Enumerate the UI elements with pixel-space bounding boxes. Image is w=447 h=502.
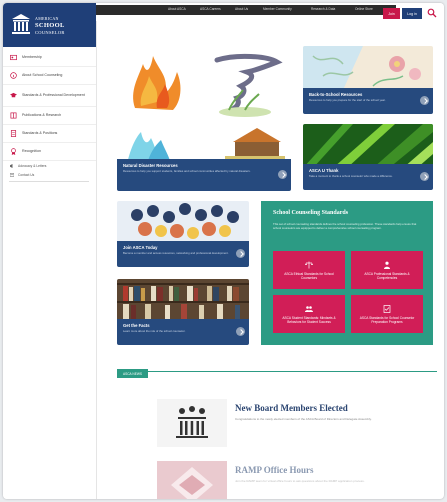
news-item[interactable]: RAMP Office Hours Join the RAMP team for… [157, 461, 407, 499]
sidebar-divider [9, 181, 89, 182]
sidebar-item-membership[interactable]: Membership [3, 49, 96, 67]
browser-frame: AMERICAN SCHOOL COUNSELOR Membership Abo… [3, 3, 444, 499]
card-title: Get the Facts [123, 323, 150, 328]
sidebar-sub-label: Advocacy & Letters [18, 163, 47, 168]
info-icon [10, 72, 17, 79]
top-link[interactable]: About ASCA [168, 7, 186, 11]
sidebar-item-label: Publications & Research [22, 113, 62, 118]
news-title[interactable]: RAMP Office Hours [235, 465, 313, 475]
card-description: Resources to help you support students, … [123, 169, 251, 173]
top-bar: About ASCA ASCA Careers About Us Member … [96, 3, 444, 21]
standards-box-label: ASCA Professional Standards & Competenci… [364, 271, 410, 280]
brand-line-1: AMERICAN [35, 16, 59, 21]
sidebar-item-label: Standards & Professional Development [22, 93, 85, 98]
standards-heading: School Counseling Standards [273, 210, 349, 216]
standards-ethical-button[interactable]: ASCA Ethical Standards for School Counse… [273, 251, 345, 289]
standards-panel: School Counseling Standards This set of … [261, 201, 433, 345]
card-description: Resources to help you prepare for the st… [309, 98, 386, 102]
graduation-icon [10, 92, 17, 98]
disaster-illustration [117, 46, 291, 164]
news-divider [117, 371, 437, 372]
top-link[interactable]: ASCA Careers [200, 7, 221, 11]
sidebar-item-professional-development[interactable]: Standards & Professional Development [3, 85, 96, 107]
sidebar-secondary: Advocacy & Letters Contact Us [3, 161, 96, 179]
book-icon [10, 112, 17, 119]
card-caption: ASCA U Thank Take a moment to thank a sc… [303, 164, 433, 190]
news-title[interactable]: New Board Members Elected [235, 403, 348, 413]
sidebar-item-label: Membership [22, 55, 42, 60]
standards-box-label: ASCA Standards for School Counselor Prep… [359, 315, 415, 324]
bookshelf-image [117, 279, 249, 321]
arrow-right-icon[interactable] [236, 249, 245, 258]
card-description: Take a moment to thank a school counselo… [309, 174, 393, 178]
id-card-icon [10, 54, 17, 61]
sidebar: AMERICAN SCHOOL COUNSELOR Membership Abo… [3, 3, 97, 499]
standards-preparation-button[interactable]: ASCA Standards for School Counselor Prep… [351, 295, 423, 333]
card-natural-disaster[interactable]: Natural Disaster Resources Resources to … [117, 46, 291, 191]
green-rays-image [303, 124, 433, 168]
sidebar-item-label: Recognition [22, 149, 41, 154]
crowd-illustration [117, 201, 249, 243]
standards-box-label: ASCA Student Standards: Mindsets & Behav… [282, 315, 336, 324]
card-get-facts[interactable]: Get the Facts Learn more about the role … [117, 279, 249, 345]
news-description: Join the RAMP team for virtual office ho… [235, 479, 365, 483]
card-description: Become a member and access resources, ne… [123, 251, 229, 255]
sidebar-item-contact[interactable]: Contact Us [3, 170, 96, 179]
sidebar-item-standards[interactable]: Standards & Positions [3, 125, 96, 143]
search-icon[interactable] [427, 8, 437, 18]
card-caption: Back-to-School Resources Resources to he… [303, 88, 433, 114]
news-item[interactable]: New Board Members Elected Congratulation… [157, 399, 407, 447]
standards-student-button[interactable]: ASCA Student Standards: Mindsets & Behav… [273, 295, 345, 333]
top-link[interactable]: Online Store [355, 7, 373, 11]
sidebar-item-advocacy[interactable]: Advocacy & Letters [3, 161, 96, 170]
card-title: Join ASCA Today [123, 245, 158, 250]
students-icon [305, 305, 313, 312]
card-title: Natural Disaster Resources [123, 163, 178, 168]
award-icon [11, 148, 16, 155]
card-join-asca[interactable]: Join ASCA Today Become a member and acce… [117, 201, 249, 267]
top-link[interactable]: Research & Data [311, 7, 335, 11]
standards-professional-button[interactable]: ASCA Professional Standards & Competenci… [351, 251, 423, 289]
sidebar-item-recognition[interactable]: Recognition [3, 143, 96, 161]
news-description: Congratulations to the newly elected mem… [235, 417, 372, 421]
sidebar-sub-label: Contact Us [18, 172, 35, 177]
card-description: Learn more about the role of the school … [123, 329, 186, 333]
arrow-right-icon[interactable] [420, 96, 429, 105]
sidebar-item-label: About School Counseling [22, 73, 63, 78]
login-button[interactable]: Log in [402, 8, 422, 19]
sidebar-item-label: Standards & Positions [22, 131, 58, 136]
mail-icon [10, 172, 14, 177]
brand-line-3: COUNSELOR [35, 30, 65, 35]
board-members-thumbnail [157, 399, 227, 447]
scales-icon [305, 261, 313, 268]
standards-description: This set of school counseling standards … [273, 222, 417, 230]
card-caption: Natural Disaster Resources Resources to … [117, 159, 291, 191]
top-link[interactable]: Member Community [263, 7, 292, 11]
card-caption: Get the Facts Learn more about the role … [117, 319, 249, 345]
ramp-thumbnail [157, 461, 227, 499]
flowers-illustration [303, 46, 433, 90]
arrow-right-icon[interactable] [420, 172, 429, 181]
card-caption: Join ASCA Today Become a member and acce… [117, 241, 249, 267]
card-title: Back-to-School Resources [309, 92, 363, 97]
sidebar-nav: Membership About School Counseling Stand… [3, 49, 96, 161]
columns-logo-icon [12, 14, 30, 34]
sidebar-item-publications[interactable]: Publications & Research [3, 107, 96, 125]
card-back-to-school[interactable]: Back-to-School Resources Resources to he… [303, 46, 433, 114]
checklist-icon [383, 304, 391, 313]
sidebar-item-about[interactable]: About School Counseling [3, 67, 96, 85]
join-button[interactable]: Join [383, 8, 400, 19]
arrow-right-icon[interactable] [278, 170, 287, 179]
brand-line-2: SCHOOL [35, 22, 65, 29]
site-logo[interactable]: AMERICAN SCHOOL COUNSELOR [3, 3, 96, 47]
news-tag: ASCA NEWS [117, 369, 148, 378]
standards-box-label: ASCA Ethical Standards for School Counse… [284, 271, 334, 280]
top-link[interactable]: About Us [235, 7, 248, 11]
arrow-right-icon[interactable] [236, 327, 245, 336]
person-icon [384, 261, 390, 269]
card-u-thank[interactable]: ASCA U Thank Take a moment to thank a sc… [303, 124, 433, 190]
card-title: ASCA U Thank [309, 168, 339, 173]
document-icon [10, 130, 17, 137]
megaphone-icon [10, 163, 13, 168]
